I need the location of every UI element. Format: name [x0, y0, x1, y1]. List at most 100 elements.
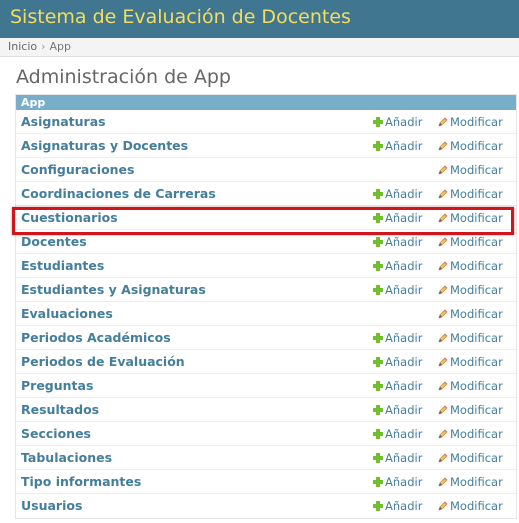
add-link[interactable]: Añadir — [373, 451, 422, 465]
add-link[interactable]: Añadir — [373, 403, 422, 417]
change-link[interactable]: Modificar — [438, 139, 503, 153]
add-link[interactable]: Añadir — [373, 259, 422, 273]
add-link[interactable]: Añadir — [373, 499, 422, 513]
change-link[interactable]: Modificar — [438, 235, 503, 249]
model-link[interactable]: Usuarios — [21, 498, 82, 513]
pencil-icon — [438, 452, 448, 463]
model-link[interactable]: Asignaturas — [21, 114, 106, 129]
pencil-icon — [438, 476, 448, 487]
model-list: Asignaturas Añadir Modificar Asignaturas y … — [16, 110, 516, 518]
plus-icon — [373, 213, 383, 223]
model-link[interactable]: Secciones — [21, 426, 91, 441]
site-title[interactable]: Sistema de Evaluación de Docentes — [10, 6, 509, 28]
model-link[interactable]: Docentes — [21, 234, 87, 249]
model-row: Secciones Añadir Modificar — [16, 422, 516, 446]
model-row: Periodos de Evaluación Añadir Modificar — [16, 350, 516, 374]
change-link[interactable]: Modificar — [438, 451, 503, 465]
model-link[interactable]: Configuraciones — [21, 162, 134, 177]
change-link[interactable]: Modificar — [438, 499, 503, 513]
change-label: Modificar — [450, 403, 503, 417]
change-label: Modificar — [450, 451, 503, 465]
add-label: Añadir — [385, 211, 423, 225]
plus-icon — [373, 453, 383, 463]
model-row: Estudiantes y Asignaturas Añadir Modificar — [16, 278, 516, 302]
model-row: Tabulaciones Añadir Modificar — [16, 446, 516, 470]
pencil-icon — [438, 116, 448, 127]
change-link[interactable]: Modificar — [438, 331, 503, 345]
add-link[interactable]: Añadir — [373, 235, 422, 249]
model-row: Cuestionarios Añadir Modificar — [16, 206, 516, 230]
change-link[interactable]: Modificar — [438, 355, 503, 369]
change-link[interactable]: Modificar — [438, 115, 503, 129]
add-label: Añadir — [385, 499, 423, 513]
model-link[interactable]: Tabulaciones — [21, 450, 112, 465]
model-link[interactable]: Asignaturas y Docentes — [21, 138, 188, 153]
add-link[interactable]: Añadir — [373, 187, 422, 201]
module-caption[interactable]: App — [16, 95, 516, 110]
pencil-icon — [438, 140, 448, 151]
model-link[interactable]: Estudiantes — [21, 258, 104, 273]
plus-icon — [373, 405, 383, 415]
change-link[interactable]: Modificar — [438, 403, 503, 417]
pencil-icon — [438, 428, 448, 439]
model-row: Resultados Añadir Modificar — [16, 398, 516, 422]
model-row: Tipo informantes Añadir Modificar — [16, 470, 516, 494]
change-link[interactable]: Modificar — [438, 187, 503, 201]
change-label: Modificar — [450, 331, 503, 345]
add-label: Añadir — [385, 451, 423, 465]
plus-icon — [373, 141, 383, 151]
add-link[interactable]: Añadir — [373, 283, 422, 297]
model-row: Asignaturas y Docentes Añadir Modificar — [16, 134, 516, 158]
model-link[interactable]: Periodos Académicos — [21, 330, 171, 345]
add-label: Añadir — [385, 475, 423, 489]
change-label: Modificar — [450, 475, 503, 489]
plus-icon — [373, 477, 383, 487]
add-link[interactable]: Añadir — [373, 379, 422, 393]
add-link[interactable]: Añadir — [373, 331, 422, 345]
pencil-icon — [438, 332, 448, 343]
breadcrumb: Inicio › App — [0, 38, 519, 57]
model-link[interactable]: Coordinaciones de Carreras — [21, 186, 216, 201]
add-label: Añadir — [385, 115, 423, 129]
change-link[interactable]: Modificar — [438, 427, 503, 441]
change-link[interactable]: Modificar — [438, 475, 503, 489]
add-link[interactable]: Añadir — [373, 475, 422, 489]
add-label: Añadir — [385, 283, 423, 297]
add-link[interactable]: Añadir — [373, 427, 422, 441]
model-link[interactable]: Cuestionarios — [21, 210, 118, 225]
model-row: Asignaturas Añadir Modificar — [16, 110, 516, 134]
model-link[interactable]: Preguntas — [21, 378, 93, 393]
model-link[interactable]: Resultados — [21, 402, 99, 417]
plus-icon — [373, 285, 383, 295]
pencil-icon — [438, 188, 448, 199]
change-label: Modificar — [450, 283, 503, 297]
change-label: Modificar — [450, 307, 503, 321]
change-link[interactable]: Modificar — [438, 379, 503, 393]
change-label: Modificar — [450, 187, 503, 201]
model-link[interactable]: Tipo informantes — [21, 474, 141, 489]
pencil-icon — [438, 236, 448, 247]
pencil-icon — [438, 356, 448, 367]
change-label: Modificar — [450, 499, 503, 513]
add-link[interactable]: Añadir — [373, 355, 422, 369]
change-link[interactable]: Modificar — [438, 211, 503, 225]
site-header: Sistema de Evaluación de Docentes — [0, 0, 519, 38]
add-link[interactable]: Añadir — [373, 211, 422, 225]
breadcrumb-separator: › — [41, 40, 46, 53]
model-link[interactable]: Estudiantes y Asignaturas — [21, 282, 206, 297]
add-link[interactable]: Añadir — [373, 115, 422, 129]
change-link[interactable]: Modificar — [438, 283, 503, 297]
plus-icon — [373, 381, 383, 391]
change-label: Modificar — [450, 259, 503, 273]
change-label: Modificar — [450, 211, 503, 225]
model-link[interactable]: Evaluaciones — [21, 306, 113, 321]
plus-icon — [373, 189, 383, 199]
model-link[interactable]: Periodos de Evaluación — [21, 354, 185, 369]
add-link[interactable]: Añadir — [373, 139, 422, 153]
app-module: App Asignaturas Añadir Modificar Asignatura… — [15, 94, 517, 519]
breadcrumb-home-link[interactable]: Inicio — [8, 40, 37, 53]
change-link[interactable]: Modificar — [438, 259, 503, 273]
change-link[interactable]: Modificar — [438, 163, 503, 177]
add-label: Añadir — [385, 235, 423, 249]
change-link[interactable]: Modificar — [438, 307, 503, 321]
